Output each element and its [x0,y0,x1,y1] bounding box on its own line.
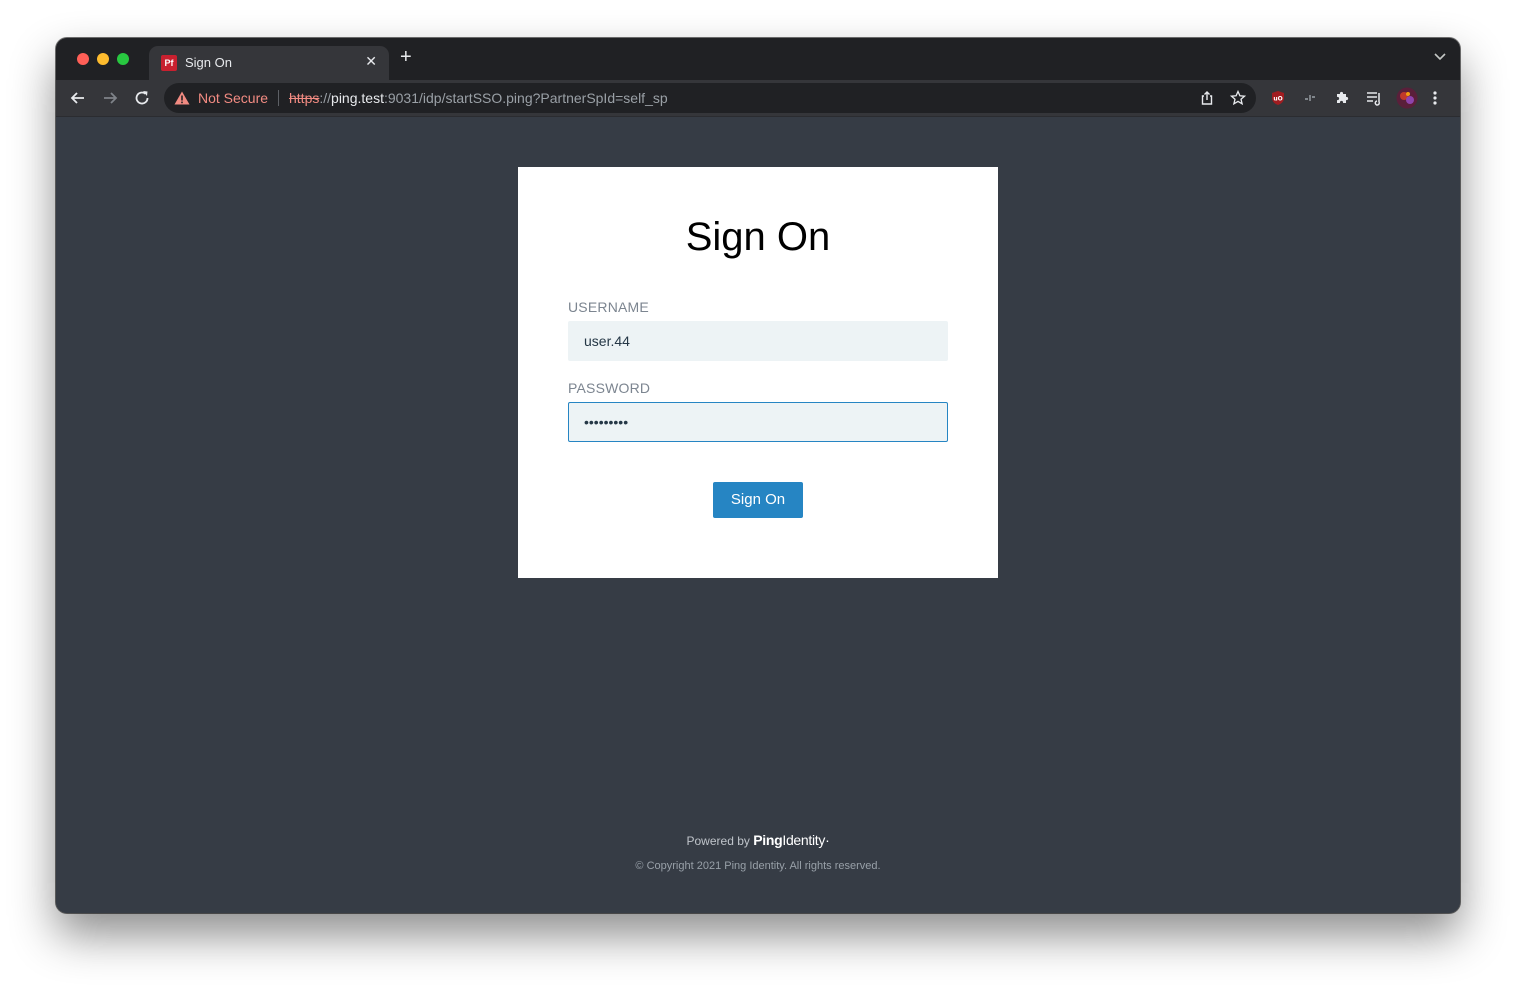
puzzle-icon[interactable] [1334,90,1350,111]
tab-favicon: Pf [161,55,177,71]
page-title: Sign On [685,215,831,259]
password-label: PASSWORD [568,380,651,396]
tab-strip: Pf Sign On ✕ + [56,38,1460,80]
powered-by: Powered by PingIdentity· [56,832,1460,848]
url-text[interactable]: https://ping.test:9031/idp/startSSO.ping… [289,90,668,106]
minimize-window-button[interactable] [97,53,109,65]
reading-list-icon[interactable] [1366,90,1382,111]
tab-sign-on[interactable]: Pf Sign On ✕ [149,46,389,80]
warning-icon[interactable] [174,91,190,110]
logo-mark: · [825,832,830,848]
tab-close-icon[interactable]: ✕ [365,53,377,70]
sign-on-button[interactable]: Sign On [713,482,803,518]
share-icon[interactable] [1199,90,1215,111]
copyright: © Copyright 2021 Ping Identity. All righ… [635,860,881,872]
reload-icon[interactable] [132,88,152,108]
more-menu-icon[interactable] [1432,90,1438,111]
powered-by-label: Powered by [686,834,750,848]
not-secure-label[interactable]: Not Secure [198,90,268,106]
profile-avatar[interactable] [1396,87,1418,114]
tab-title: Sign On [185,55,232,70]
page-content: Sign On USERNAME user.44 PASSWORD ••••••… [56,117,1460,913]
url-path: :9031/idp/startSSO.ping?PartnerSpId=self… [383,90,668,106]
address-bar[interactable]: Not Secure https://ping.test:9031/idp/st… [164,83,1256,113]
url-separator: :// [319,90,332,106]
close-window-button[interactable] [77,53,89,65]
url-scheme: https [289,90,320,106]
browser-window: Pf Sign On ✕ + Not Secure https://ping.t… [56,38,1460,913]
sign-on-card: Sign On USERNAME user.44 PASSWORD ••••••… [518,167,998,578]
browser-toolbar: Not Secure https://ping.test:9031/idp/st… [56,80,1460,117]
bookmark-star-icon[interactable] [1229,89,1247,111]
username-label: USERNAME [568,299,649,315]
back-arrow-icon[interactable] [68,88,88,108]
password-input[interactable]: ••••••••• [568,402,948,442]
forward-arrow-icon[interactable] [100,88,120,108]
omnibox-divider [278,90,279,106]
extension-icon[interactable] [1302,90,1318,111]
new-tab-icon[interactable]: + [400,47,412,67]
username-input[interactable]: user.44 [568,321,948,361]
maximize-window-button[interactable] [117,53,129,65]
tab-search-chevron-icon[interactable] [1434,50,1446,64]
ping-identity-logo: PingIdentity· [753,832,830,848]
logo-ping: Ping [753,832,783,848]
url-host: ping.test [331,90,384,106]
logo-identity: Identity [782,832,826,848]
ublock-icon[interactable]: uO [1270,90,1286,111]
svg-text:uO: uO [1273,96,1282,103]
